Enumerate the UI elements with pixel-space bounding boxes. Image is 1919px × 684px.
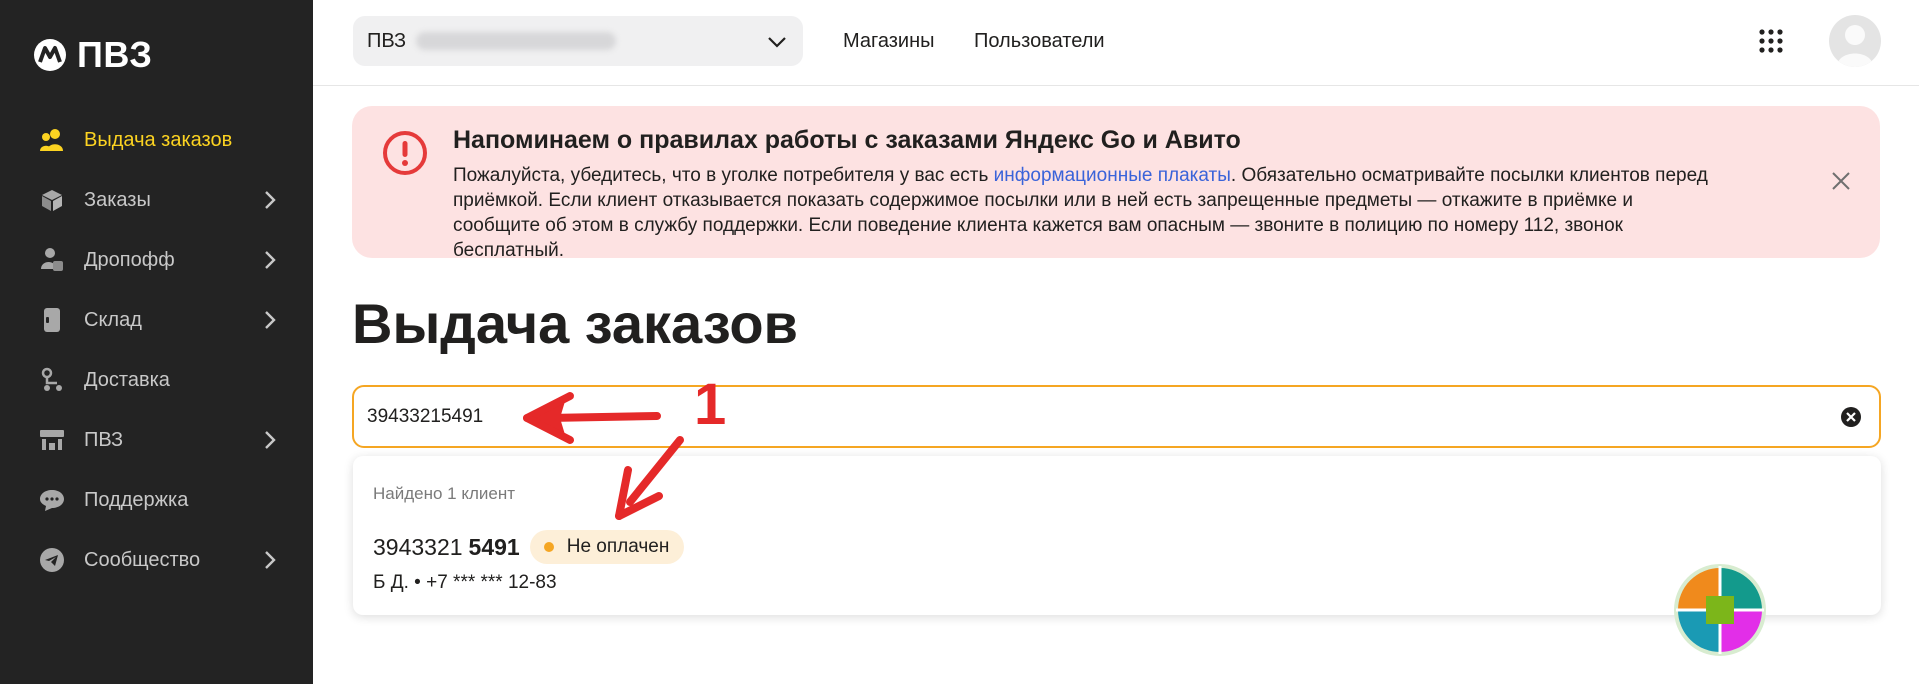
notice-text: Пожалуйста, убедитесь, что в уголке потр… [453, 163, 1723, 263]
order-number-prefix: 3943321 [373, 533, 463, 560]
warehouse-icon [38, 306, 66, 334]
sidebar-item-issue-orders[interactable]: Выдача заказов [0, 110, 313, 170]
sidebar-nav: Выдача заказов Заказы Дропофф Склад Дост… [0, 110, 313, 590]
sidebar-item-pvz[interactable]: ПВЗ [0, 410, 313, 470]
chevron-right-icon [265, 431, 276, 449]
chevron-right-icon [265, 311, 276, 329]
sidebar-item-label: Поддержка [84, 488, 189, 511]
sidebar-item-delivery[interactable]: Доставка [0, 350, 313, 410]
search-field[interactable] [352, 385, 1881, 448]
users-icon [38, 126, 66, 154]
search-input[interactable] [367, 387, 1767, 446]
notice-text-part: Пожалуйста, убедитесь, что в уголке потр… [453, 165, 994, 186]
page-title: Выдача заказов [352, 292, 798, 355]
sidebar-item-dropoff[interactable]: Дропофф [0, 230, 313, 290]
chat-icon [38, 486, 66, 514]
telegram-icon [38, 546, 66, 574]
chevron-right-icon [265, 551, 276, 569]
notice-banner: Напоминаем о правилах работы с заказами … [352, 106, 1880, 261]
sidebar: ПВЗ Выдача заказов Заказы Дропофф Склад … [0, 0, 313, 684]
logo[interactable]: ПВЗ [33, 36, 152, 74]
user-silhouette-icon [1837, 25, 1873, 67]
sidebar-item-label: Склад [84, 308, 142, 331]
pvz-select[interactable]: ПВЗ [353, 16, 803, 66]
notice-title: Напоминаем о правилах работы с заказами … [453, 126, 1241, 154]
pvz-name-redacted [416, 32, 617, 50]
status-dot [543, 542, 554, 552]
avatar[interactable] [1829, 15, 1881, 67]
result-item[interactable]: 3943321 5491 Не оплачен [373, 530, 685, 564]
floating-widget-icon[interactable] [1673, 563, 1767, 657]
info-posters-link[interactable]: информационные плакаты [994, 165, 1231, 186]
sidebar-item-label: Доставка [84, 368, 170, 391]
clear-icon[interactable] [1839, 405, 1863, 429]
nav-link-shops[interactable]: Магазины [843, 30, 935, 53]
top-header: ПВЗ Магазины Пользователи [313, 0, 1919, 86]
chevron-right-icon [265, 191, 276, 209]
nav-link-users[interactable]: Пользователи [974, 30, 1105, 53]
sidebar-item-label: ПВЗ [84, 428, 124, 451]
chevron-right-icon [265, 251, 276, 269]
box-icon [38, 186, 66, 214]
pvz-select-label: ПВЗ [367, 29, 407, 52]
close-icon[interactable] [1829, 169, 1853, 193]
sidebar-item-label: Выдача заказов [84, 128, 233, 151]
sidebar-item-support[interactable]: Поддержка [0, 470, 313, 530]
sidebar-item-warehouse[interactable]: Склад [0, 290, 313, 350]
search-results-dropdown: Найдено 1 клиент 3943321 5491 Не оплачен… [353, 456, 1881, 615]
client-info: Б Д. • +7 *** *** 12-83 [373, 572, 557, 593]
annotation-step-number: 1 [694, 372, 727, 437]
logo-icon [34, 39, 66, 71]
status-label: Не оплачен [566, 536, 670, 557]
sidebar-item-label: Заказы [84, 188, 151, 211]
warning-icon [383, 131, 427, 175]
chevron-down-icon [768, 37, 786, 48]
app-title: ПВЗ [77, 34, 153, 75]
dropoff-icon [38, 246, 66, 274]
sidebar-item-label: Дропофф [84, 248, 175, 271]
sidebar-item-label: Сообщество [84, 548, 201, 571]
status-badge: Не оплачен [529, 530, 685, 564]
delivery-icon [38, 366, 66, 394]
order-number-suffix: 5491 [468, 533, 520, 560]
sidebar-item-community[interactable]: Сообщество [0, 530, 313, 590]
apps-grid-icon[interactable] [1758, 28, 1784, 54]
sidebar-item-orders[interactable]: Заказы [0, 170, 313, 230]
store-icon [38, 426, 66, 454]
results-count: Найдено 1 клиент [373, 484, 516, 503]
